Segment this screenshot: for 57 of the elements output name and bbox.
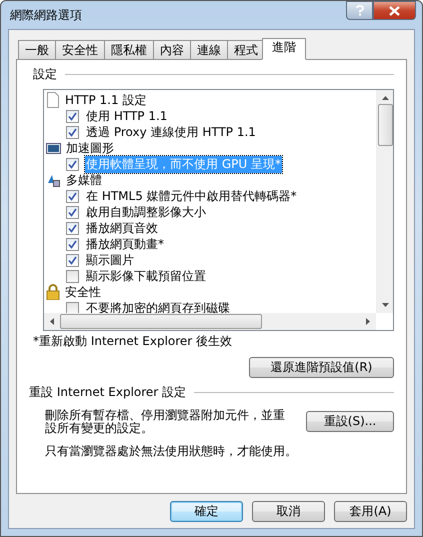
- tab[interactable]: 進階: [262, 38, 306, 60]
- up-arrow-icon[interactable]: [382, 96, 388, 100]
- help-button[interactable]: [346, 1, 373, 20]
- category-label: 安全性: [64, 284, 102, 300]
- option-label[interactable]: 播放網頁動畫*: [85, 236, 165, 252]
- checkbox[interactable]: [66, 206, 79, 218]
- reset-button[interactable]: 重設(S)...: [306, 411, 394, 432]
- option-label[interactable]: 播放網頁音效: [85, 220, 159, 236]
- tab[interactable]: 安全性: [55, 40, 105, 59]
- reset-description: 刪除所有暫存檔、停用瀏覽器附加元件，並重設所有變更的設定。: [45, 409, 286, 435]
- checkbox[interactable]: [66, 302, 79, 313]
- footnote: *重新啟動 Internet Explorer 後生效: [33, 333, 234, 350]
- tab[interactable]: 內容: [153, 40, 191, 59]
- vertical-scrollbar[interactable]: [376, 90, 393, 313]
- tab[interactable]: 程式: [227, 40, 265, 59]
- checkbox[interactable]: [66, 254, 79, 266]
- checkbox[interactable]: [66, 126, 79, 138]
- horizontal-scrollbar[interactable]: [44, 313, 376, 330]
- group-label: 重設 Internet Explorer 設定: [29, 384, 186, 401]
- checkbox[interactable]: [66, 110, 79, 122]
- category-label: 多媒體: [65, 172, 103, 188]
- checkbox[interactable]: [66, 158, 79, 170]
- option-label[interactable]: 使用 HTTP 1.1: [85, 108, 168, 124]
- dialog-button[interactable]: 確定: [170, 501, 243, 522]
- option-label[interactable]: 顯示影像下載預留位置: [85, 268, 207, 284]
- close-icon: [389, 6, 400, 16]
- close-button[interactable]: [373, 1, 416, 20]
- help-icon: [356, 5, 364, 16]
- right-arrow-icon[interactable]: [366, 318, 370, 325]
- category-label: 加速圖形: [65, 140, 115, 156]
- left-arrow-icon[interactable]: [50, 318, 54, 325]
- page-icon: [46, 92, 60, 108]
- option-label[interactable]: 啟用自動調整影像大小: [85, 204, 207, 220]
- tab[interactable]: 隱私權: [104, 40, 154, 59]
- tab[interactable]: 一般: [18, 40, 56, 59]
- window-title: 網際網路選項: [10, 7, 82, 24]
- category-label: HTTP 1.1 設定: [64, 92, 148, 108]
- checkbox[interactable]: [66, 238, 79, 250]
- option-label[interactable]: 透過 Proxy 連線使用 HTTP 1.1: [85, 124, 257, 140]
- down-arrow-icon[interactable]: [382, 303, 388, 307]
- group-label: 設定: [33, 66, 57, 83]
- scrollbar-thumb[interactable]: [60, 314, 262, 329]
- reset-note: 只有當瀏覽器處於無法使用狀態時，才能使用。: [45, 443, 298, 460]
- option-label[interactable]: 在 HTML5 媒體元件中啟用替代轉碼器*: [85, 188, 298, 204]
- scrollbar-thumb[interactable]: [378, 104, 392, 146]
- dialog-button[interactable]: 取消: [252, 501, 325, 522]
- restore-defaults-button[interactable]: 還原進階預設值(R): [249, 357, 394, 378]
- monitor-icon: [46, 142, 61, 154]
- option-label[interactable]: 顯示圖片: [85, 252, 135, 268]
- checkbox[interactable]: [66, 222, 79, 234]
- dialog-button[interactable]: 套用(A): [334, 501, 407, 522]
- media-icon: [46, 172, 61, 188]
- checkbox[interactable]: [66, 190, 79, 202]
- option-label[interactable]: 不要將加密的網頁存到磁碟: [85, 300, 231, 313]
- tab[interactable]: 連線: [190, 40, 228, 59]
- checkbox[interactable]: [66, 270, 79, 282]
- lock-icon: [46, 284, 60, 300]
